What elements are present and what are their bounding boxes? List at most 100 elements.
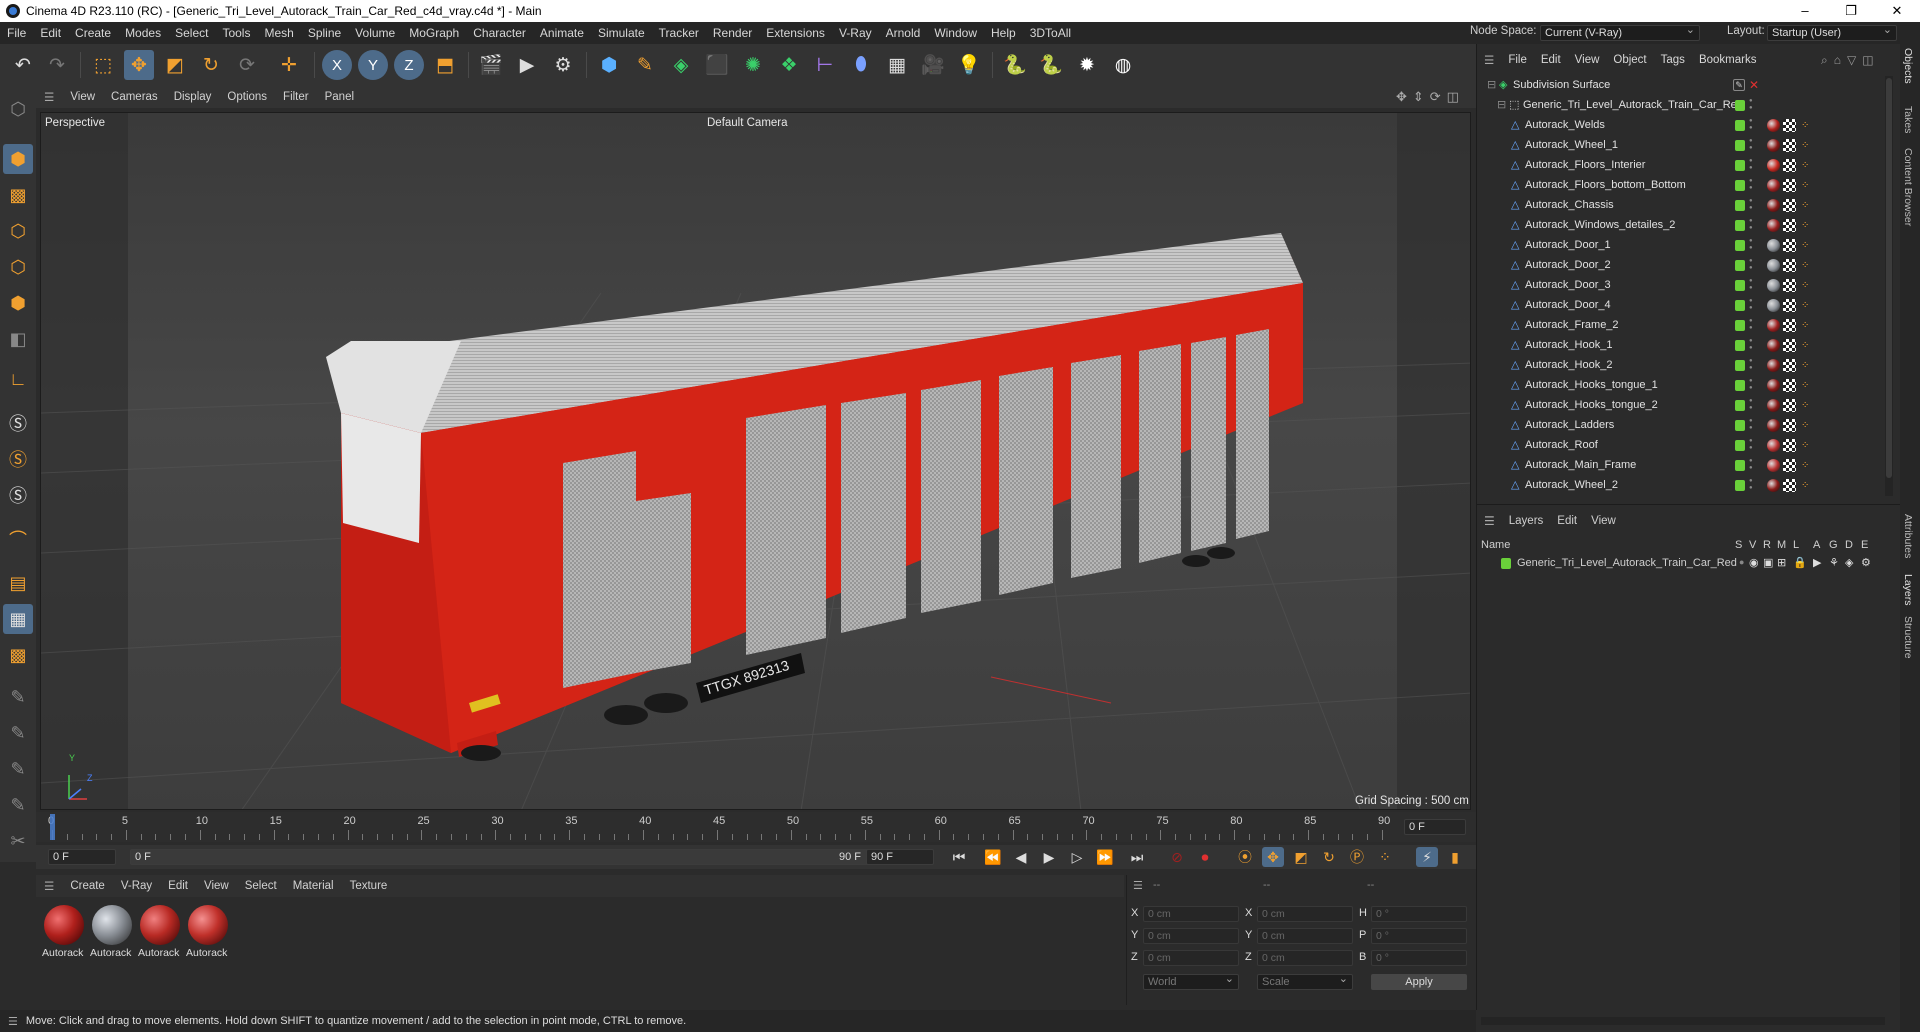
- material-tag[interactable]: [1767, 479, 1780, 492]
- visibility-dots[interactable]: ● ●: [1749, 438, 1755, 452]
- object-menu-icon[interactable]: ☰: [1477, 53, 1501, 67]
- uvw-tag-icon[interactable]: [1783, 439, 1796, 452]
- key-position-icon[interactable]: ✥: [1262, 847, 1284, 867]
- sculpt-tool-icon[interactable]: ✎: [3, 718, 33, 748]
- playhead[interactable]: [50, 814, 55, 840]
- menu-arnold[interactable]: Arnold: [879, 26, 928, 40]
- frame-range-slider[interactable]: 0 F 90 F: [130, 849, 882, 865]
- uvw-tag-icon[interactable]: [1783, 179, 1796, 192]
- vray-tag-icon[interactable]: ⁘: [1801, 479, 1814, 492]
- viewport-menu-panel[interactable]: Panel: [317, 91, 362, 103]
- visibility-dots[interactable]: ● ●: [1749, 98, 1755, 112]
- uvw-tag-icon[interactable]: [1783, 119, 1796, 132]
- material-menu-texture[interactable]: Texture: [342, 880, 396, 892]
- menu-file[interactable]: File: [0, 26, 33, 40]
- visibility-dots[interactable]: ● ●: [1749, 378, 1755, 392]
- material-tag[interactable]: [1767, 199, 1780, 212]
- polygons-mode-icon[interactable]: ⬢: [3, 288, 33, 318]
- visibility-dots[interactable]: ● ●: [1749, 298, 1755, 312]
- material-tag[interactable]: [1767, 299, 1780, 312]
- menu-tools[interactable]: Tools: [215, 26, 257, 40]
- viewport-menu-options[interactable]: Options: [219, 91, 275, 103]
- uvw-tag-icon[interactable]: [1783, 279, 1796, 292]
- subdivision-generator-icon[interactable]: ◈: [666, 50, 696, 80]
- material-tag[interactable]: [1767, 279, 1780, 292]
- material-menu-icon[interactable]: ☰: [36, 879, 62, 893]
- layer-color-tag[interactable]: [1735, 200, 1745, 211]
- menu-edit[interactable]: Edit: [33, 26, 68, 40]
- menu-extensions[interactable]: Extensions: [759, 26, 832, 40]
- menu-character[interactable]: Character: [466, 26, 533, 40]
- viewport-menu-display[interactable]: Display: [166, 91, 220, 103]
- visibility-dots[interactable]: ● ●: [1749, 318, 1755, 332]
- apply-button[interactable]: Apply: [1371, 974, 1467, 990]
- record-keys-icon[interactable]: ⏺: [1194, 847, 1216, 867]
- menu-window[interactable]: Window: [927, 26, 984, 40]
- goto-start-icon[interactable]: ⏮: [948, 847, 970, 867]
- layer-menu-icon[interactable]: ☰: [1477, 514, 1502, 528]
- points-mode-icon[interactable]: ⬡: [3, 216, 33, 246]
- material-tag[interactable]: [1767, 339, 1780, 352]
- visibility-dots[interactable]: ● ●: [1749, 458, 1755, 472]
- light-object-icon[interactable]: 💡: [954, 50, 984, 80]
- visibility-dots[interactable]: ● ●: [1749, 178, 1755, 192]
- visibility-dots[interactable]: ● ●: [1749, 138, 1755, 152]
- uvw-tag-icon[interactable]: [1783, 259, 1796, 272]
- layer-solo-icon[interactable]: ●: [1739, 557, 1744, 567]
- floor-object-icon[interactable]: ▦: [882, 50, 912, 80]
- material-tag[interactable]: [1767, 359, 1780, 372]
- coordinate-system-icon[interactable]: ⬒: [430, 50, 460, 80]
- layer-color-tag[interactable]: [1735, 320, 1745, 331]
- object-row[interactable]: △ Autorack_Door_1 ● ● ⁘: [1477, 236, 1881, 256]
- uvw-tag-icon[interactable]: [1783, 339, 1796, 352]
- play-icon[interactable]: ▶: [1038, 847, 1060, 867]
- expand-toggle-icon[interactable]: ⊟: [1497, 99, 1509, 111]
- coord-pos-y-field[interactable]: 0 cm: [1143, 928, 1239, 944]
- end-frame-field[interactable]: 90 F: [866, 849, 934, 865]
- timeline-window-icon[interactable]: ⚡: [1416, 847, 1438, 867]
- visibility-dots[interactable]: ● ●: [1749, 398, 1755, 412]
- layer-generators-icon[interactable]: ⚘: [1829, 556, 1839, 569]
- prev-key-icon[interactable]: ⏪: [982, 847, 1004, 867]
- object-row[interactable]: △ Autorack_Frame_2 ● ● ⁘: [1477, 316, 1881, 336]
- layer-color-tag[interactable]: [1735, 100, 1745, 111]
- object-menu-file[interactable]: File: [1501, 54, 1534, 66]
- cube-object-icon[interactable]: ⬢: [594, 50, 624, 80]
- layer-menu-view[interactable]: View: [1584, 515, 1623, 527]
- material-tag[interactable]: [1767, 319, 1780, 332]
- menu-volume[interactable]: Volume: [348, 26, 402, 40]
- rotate-tool-icon[interactable]: ↻: [196, 50, 226, 80]
- material-menu-view[interactable]: View: [196, 880, 237, 892]
- quantize-icon[interactable]: Ⓢ: [3, 480, 33, 510]
- grid-icon[interactable]: ▦: [3, 604, 33, 634]
- coord-size-z-field[interactable]: 0 cm: [1257, 950, 1353, 966]
- material-menu-select[interactable]: Select: [237, 880, 285, 892]
- next-key-icon[interactable]: ⏩: [1094, 847, 1116, 867]
- material-tag[interactable]: [1767, 419, 1780, 432]
- axis-y-toggle[interactable]: Y: [358, 50, 388, 80]
- vray-tag-icon[interactable]: ⁘: [1801, 399, 1814, 412]
- object-row[interactable]: △ Autorack_Hook_2 ● ● ⁘: [1477, 356, 1881, 376]
- render-off-icon[interactable]: ✕: [1749, 78, 1762, 92]
- recent-tool-icon[interactable]: ⟳: [232, 50, 262, 80]
- layer-color-tag[interactable]: [1735, 140, 1745, 151]
- coord-rot-p-field[interactable]: 0 °: [1371, 928, 1467, 944]
- status-menu-icon[interactable]: ☰: [0, 1015, 26, 1028]
- magnet-icon[interactable]: ⌒: [3, 524, 33, 554]
- object-row[interactable]: △ Autorack_Hook_1 ● ● ⁘: [1477, 336, 1881, 356]
- material-swatch[interactable]: Autorack: [138, 903, 182, 963]
- coord-pos-z-field[interactable]: 0 cm: [1143, 950, 1239, 966]
- layer-color-tag[interactable]: [1735, 260, 1745, 271]
- keyframe-selection-icon[interactable]: ⦿: [1234, 847, 1256, 867]
- coord-scale-dropdown[interactable]: Scale: [1257, 972, 1353, 990]
- extrude-generator-icon[interactable]: ⬛: [702, 50, 732, 80]
- material-tag[interactable]: [1767, 239, 1780, 252]
- viewport-view-name[interactable]: Perspective: [45, 117, 105, 129]
- material-tag[interactable]: [1767, 179, 1780, 192]
- edit-check-icon[interactable]: ✎: [1733, 79, 1745, 91]
- layer-color-tag[interactable]: [1735, 280, 1745, 291]
- visibility-dots[interactable]: ● ●: [1749, 418, 1755, 432]
- python-generator-icon[interactable]: 🐍: [1036, 50, 1066, 80]
- layer-color-tag[interactable]: [1735, 340, 1745, 351]
- cloner-icon[interactable]: ✺: [738, 50, 768, 80]
